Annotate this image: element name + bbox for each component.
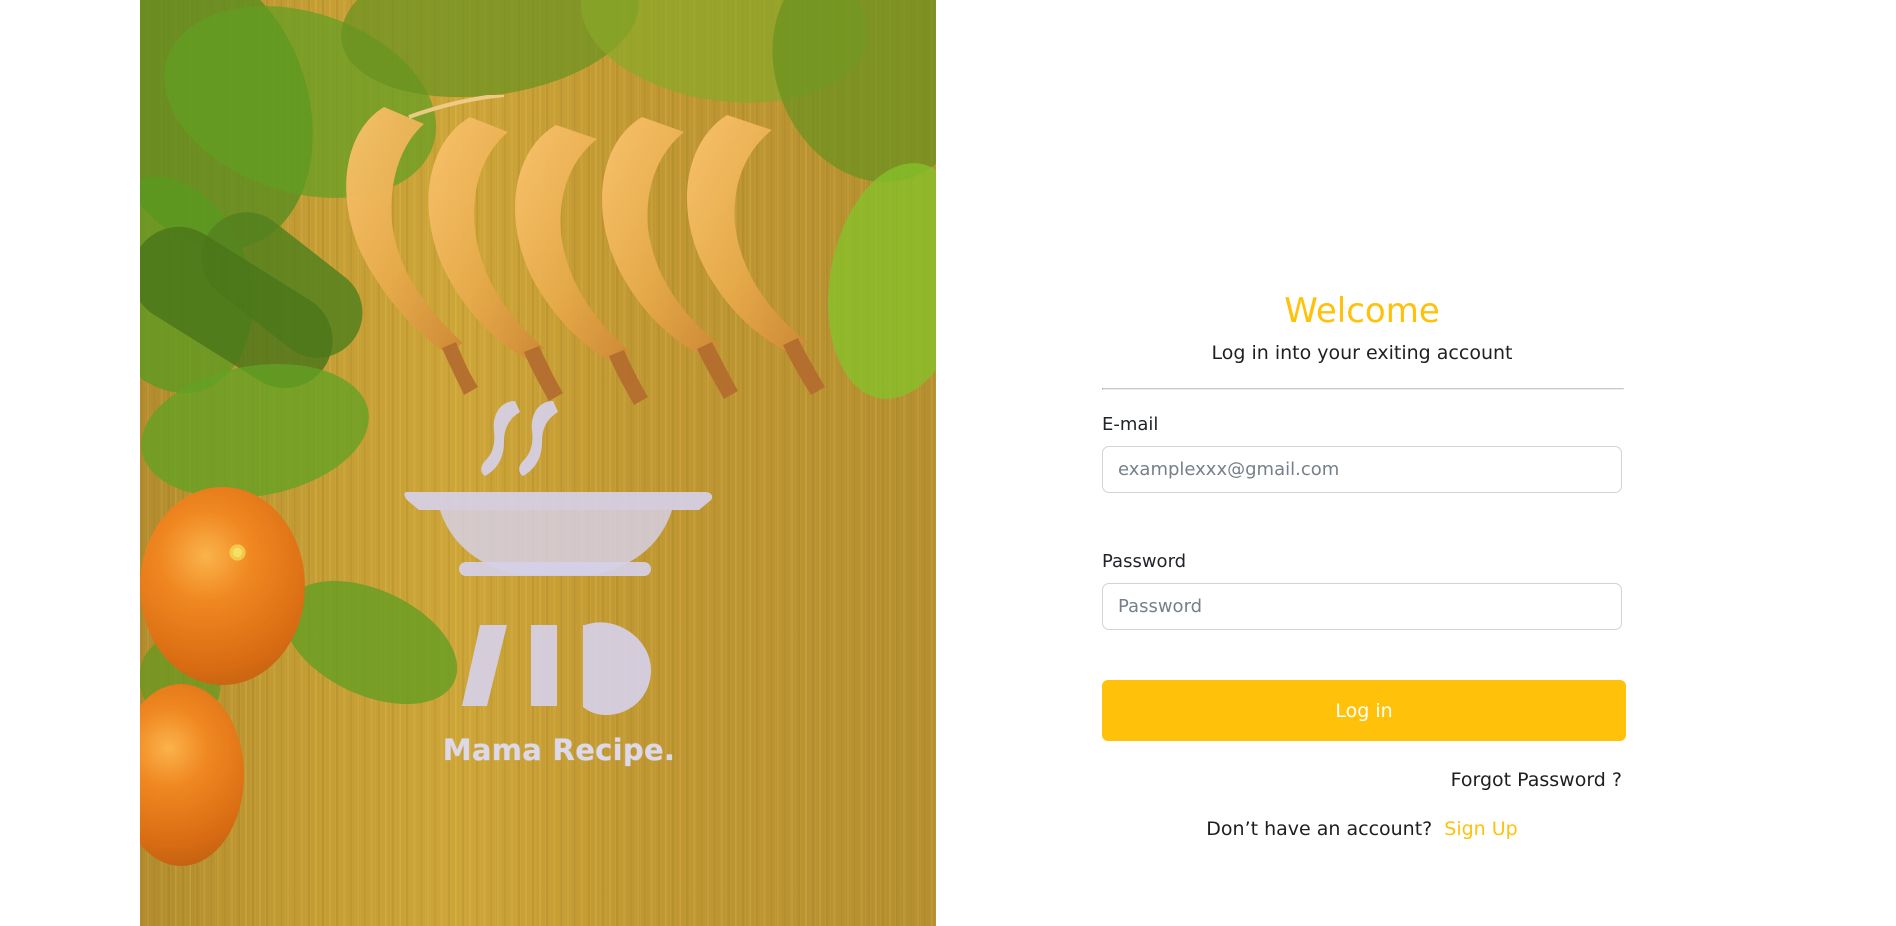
page-title: Welcome (1284, 291, 1440, 331)
login-button[interactable]: Log in (1102, 680, 1626, 741)
login-page: Mama Recipe. Welcome Log in into your ex… (0, 0, 1896, 926)
bbq-grill-icon (404, 401, 713, 715)
password-label: Password (1102, 551, 1187, 572)
email-label: E-mail (1102, 414, 1159, 435)
signup-prompt: Don’t have an account? (1206, 818, 1433, 840)
email-input[interactable] (1102, 446, 1622, 493)
page-subtitle: Log in into your exiting account (1211, 342, 1513, 364)
forgot-password-link[interactable]: Forgot Password ? (1102, 768, 1622, 792)
recipe-hero-image: Mama Recipe. (140, 0, 936, 926)
password-input[interactable] (1102, 583, 1622, 630)
signup-link[interactable]: Sign Up (1444, 818, 1517, 840)
login-card: Welcome Log in into your exiting account… (1102, 290, 1631, 850)
brand-name: Mama Recipe. (442, 733, 676, 767)
section-divider (1102, 388, 1624, 390)
signup-row: Don’t have an account? Sign Up (1102, 817, 1622, 841)
brand-logo: Mama Recipe. (403, 400, 715, 780)
